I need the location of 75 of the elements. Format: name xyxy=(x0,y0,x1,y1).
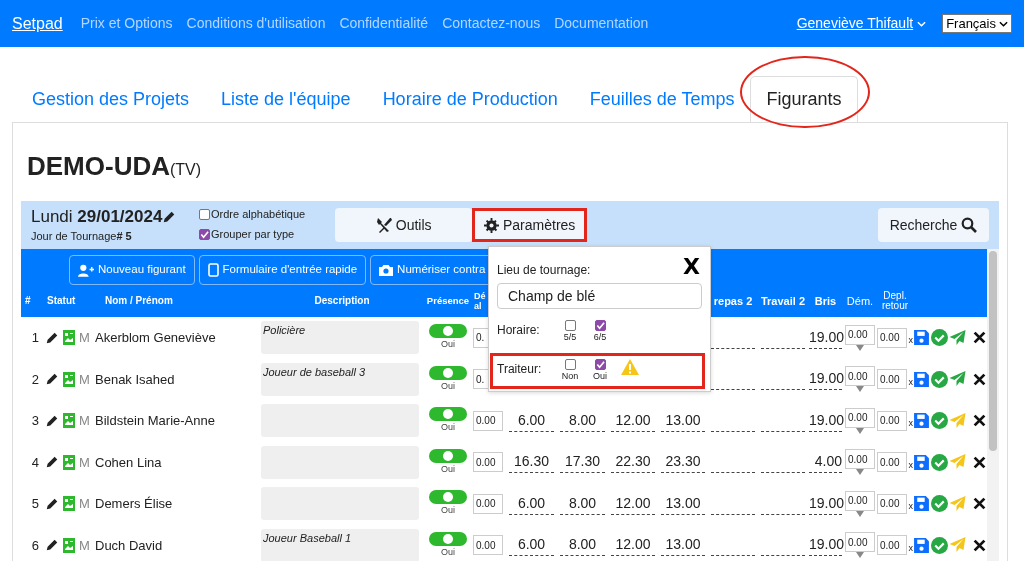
column-header: Dé al xyxy=(473,291,487,311)
time-value: 12.00 xyxy=(611,492,655,515)
time-value: 12.00 xyxy=(611,409,655,432)
column-header: Depl. retour xyxy=(880,291,910,311)
column-header: repas 2 xyxy=(712,296,754,306)
column-header: Dém. xyxy=(845,296,875,306)
checkbox-label: Non xyxy=(561,369,579,383)
multiply-label: x xyxy=(908,541,913,555)
break-value: 19.00 xyxy=(809,492,842,515)
name-cell-text: Benak Isahed xyxy=(94,370,176,389)
time-value: 6.00 xyxy=(509,492,554,515)
row-number: 6 xyxy=(30,536,40,555)
checkbox-label: Oui xyxy=(593,369,607,383)
toggle-label: Oui xyxy=(441,379,455,393)
break-value: 19.00 xyxy=(809,326,842,349)
toggle-label: Oui xyxy=(441,545,455,559)
time-value: 22.30 xyxy=(611,451,655,474)
column-header: Statut xyxy=(46,296,77,306)
time-value: 6.00 xyxy=(509,409,554,432)
toggle-label: Oui xyxy=(441,421,455,434)
time-value: 8.00 xyxy=(560,534,605,557)
break-value: 19.00 xyxy=(809,534,842,557)
time-value: 16.30 xyxy=(509,451,554,474)
checkbox-label: Ordre alphabétique xyxy=(211,207,306,222)
time-value: 8.00 xyxy=(560,409,605,432)
break-value: 19.00 xyxy=(809,409,842,432)
field-label: Lieu de tournage: xyxy=(497,262,591,279)
break-value: 19.00 xyxy=(809,368,842,391)
time-value: 13.00 xyxy=(661,492,705,515)
row-number: 3 xyxy=(30,412,40,430)
project-title: DEMO-UDA(TV) xyxy=(27,150,203,183)
name-cell-text: Bildstein Marie-Anne xyxy=(94,412,216,430)
multiply-label: x xyxy=(908,500,913,514)
group-label: Traiteur: xyxy=(497,360,543,378)
time-value: 23.30 xyxy=(661,451,705,474)
date-label: Lundi 29/01/2024 xyxy=(31,205,163,228)
status-label: M xyxy=(79,329,90,347)
column-header: Bris xyxy=(813,296,838,306)
checkbox-label: 6/5 xyxy=(593,331,607,344)
row-number: 4 xyxy=(30,453,40,472)
multiply-label: x xyxy=(908,375,913,389)
name-cell-text: Akerblom Geneviève xyxy=(94,329,217,347)
time-value: 12.00 xyxy=(611,534,655,557)
row-number: 2 xyxy=(30,370,40,389)
break-value: 4.00 xyxy=(809,451,842,474)
checkbox-label: Grouper par type xyxy=(211,227,295,242)
status-label: M xyxy=(79,536,90,555)
time-value: 17.30 xyxy=(560,451,605,474)
column-header: Description xyxy=(313,296,371,306)
column-header: Nom / Prénom xyxy=(104,296,174,306)
multiply-label: x xyxy=(908,417,913,431)
status-label: M xyxy=(79,453,90,472)
multiply-label: x xyxy=(908,334,913,348)
name-cell-text: Cohen Lina xyxy=(94,453,163,472)
row-number: 5 xyxy=(30,495,40,513)
group-label: Horaire: xyxy=(497,322,541,339)
column-header: Travail 2 xyxy=(759,296,806,306)
status-label: M xyxy=(79,495,90,513)
time-value: 13.00 xyxy=(661,409,705,432)
time-value: 6.00 xyxy=(509,534,554,557)
status-label: M xyxy=(79,370,90,389)
status-label: M xyxy=(79,412,90,430)
column-header: # xyxy=(24,296,32,306)
toggle-label: Oui xyxy=(441,504,455,517)
shoot-day-label: Jour de Tournage# 5 xyxy=(31,228,133,244)
toggle-label: Oui xyxy=(441,338,455,351)
column-header: Présence xyxy=(425,296,471,306)
time-value: 8.00 xyxy=(560,492,605,515)
checkbox-label: 5/5 xyxy=(563,331,577,344)
row-number: 1 xyxy=(30,329,40,347)
time-value: 13.00 xyxy=(661,534,705,557)
name-cell-text: Duch David xyxy=(94,536,164,555)
name-cell-text: Demers Élise xyxy=(94,495,174,513)
toggle-label: Oui xyxy=(441,462,455,476)
multiply-label: x xyxy=(908,458,913,472)
